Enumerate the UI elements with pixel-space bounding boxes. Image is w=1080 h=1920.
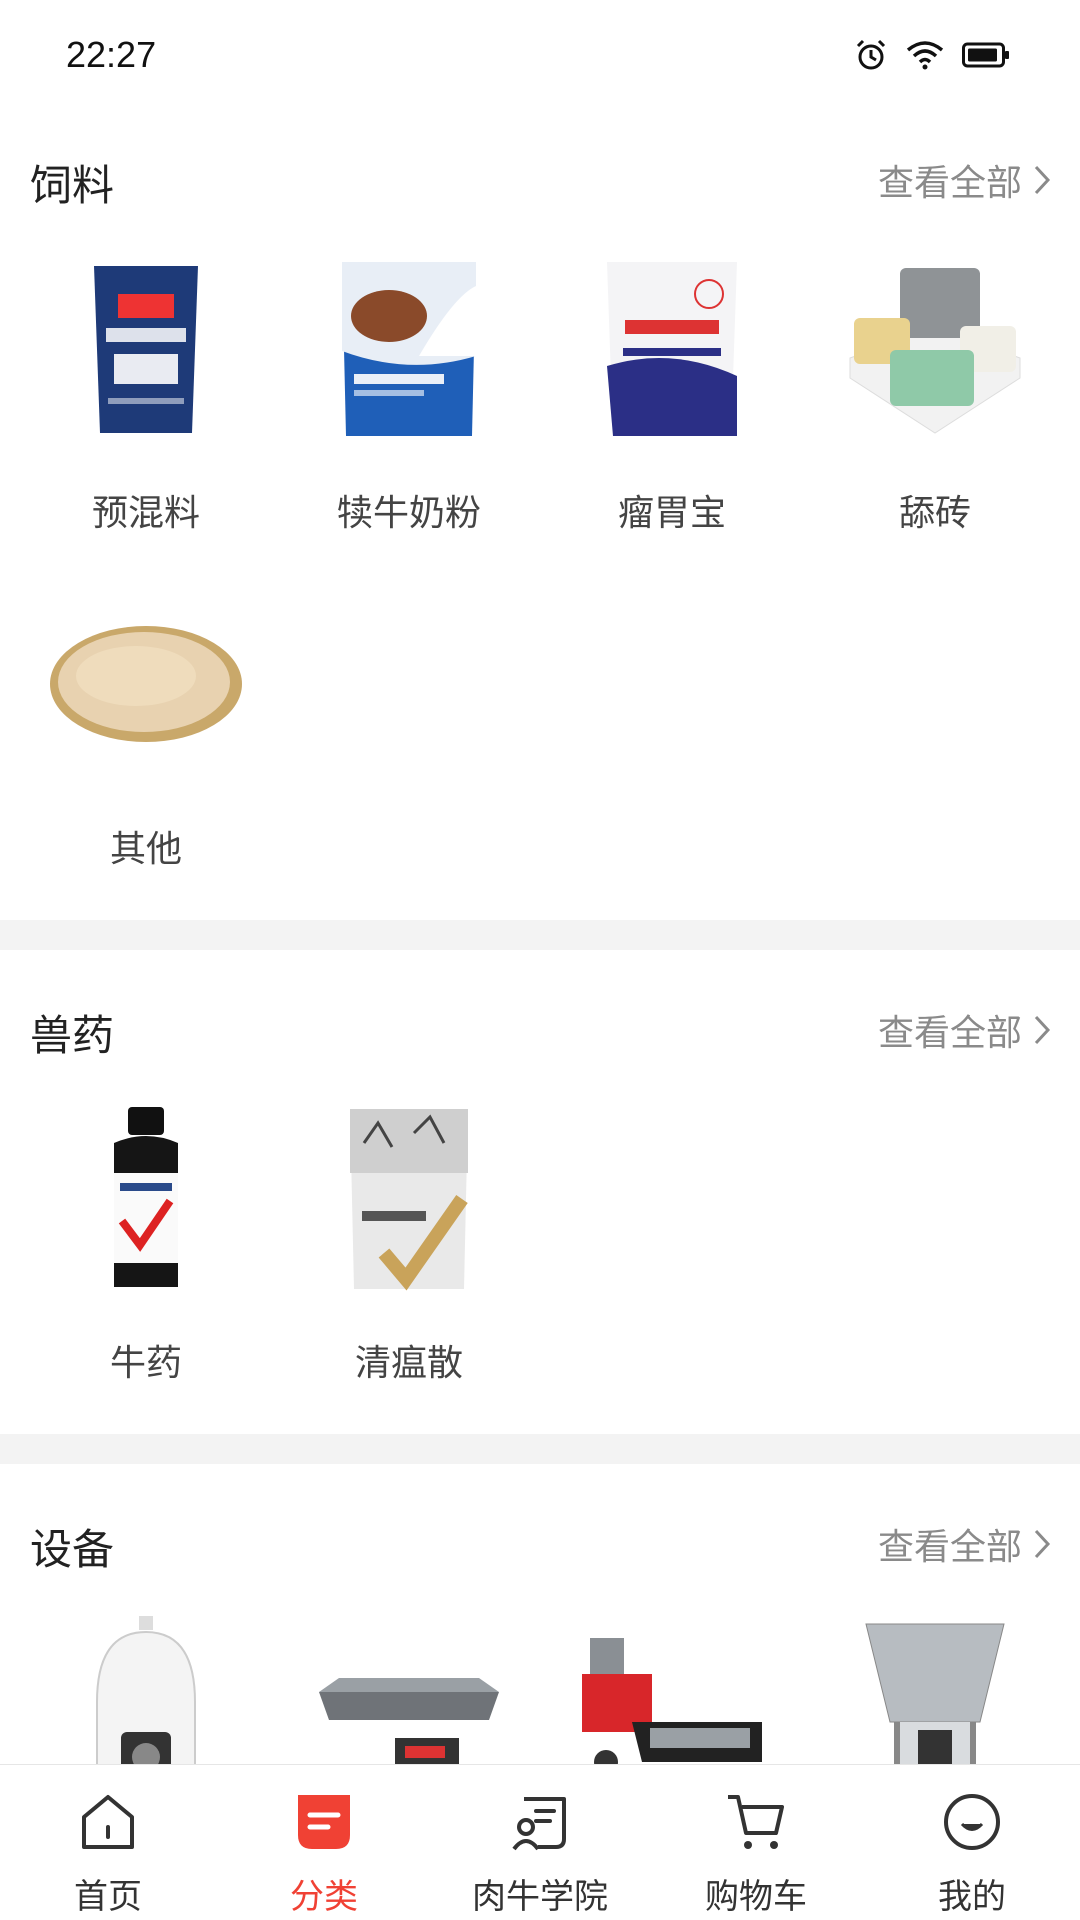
section-feed: 饲料 查看全部 预混料 犊牛奶粉 瘤胃宝 舔砖 其他 [0,130,1080,920]
section-title: 饲料 [30,161,115,210]
cart-icon [728,1795,784,1849]
battery-icon [962,42,1009,68]
section-header: 兽药 查看全部 [0,980,1080,1070]
view-all-link[interactable]: 查看全部 [878,154,1052,206]
category-item-mixer[interactable] [804,1612,1066,1764]
grain-basket-image [46,584,246,784]
tab-academy[interactable]: 肉牛学院 [432,1765,648,1920]
category-item-chaff-cutter[interactable] [541,1612,803,1764]
category-item-lick-block[interactable]: 舔砖 [804,248,1066,548]
premix-bag-image [46,248,246,448]
tab-profile[interactable]: 我的 [864,1765,1080,1920]
category-item-calf-milk[interactable]: 犊牛奶粉 [278,248,540,548]
view-all-link[interactable]: 查看全部 [878,1004,1052,1056]
status-bar: 22:27 [0,0,1080,110]
rumen-product-image [572,248,772,448]
category-item-camera[interactable] [15,1612,277,1764]
category-item-rumen[interactable]: 瘤胃宝 [541,248,803,548]
bottom-tab-bar: 首页 分类 肉牛学院 购物车 我的 [0,1764,1080,1920]
alarm-icon [856,39,886,70]
academy-icon [512,1797,566,1851]
category-label: 其他 [109,829,182,870]
wifi-icon [906,41,944,70]
view-all-label: 查看全部 [877,1527,1022,1568]
chevron-right-icon [1034,1529,1051,1559]
tab-category[interactable]: 分类 [216,1765,432,1920]
profile-icon [944,1794,1000,1850]
herbal-pack-image [309,1098,509,1298]
section-divider [0,920,1080,950]
section-equipment: 设备 查看全部 [0,1494,1080,1764]
tab-label: 购物车 [705,1877,807,1917]
category-icon [298,1795,350,1849]
category-label: 牛药 [109,1343,182,1384]
tab-label: 首页 [74,1877,142,1917]
section-divider [0,1434,1080,1464]
medicine-bottle-image [46,1098,246,1298]
category-item-cattle-medicine[interactable]: 牛药 [15,1098,277,1398]
category-item-other[interactable]: 其他 [15,584,277,884]
chevron-right-icon [1034,1015,1051,1045]
lick-block-image [835,248,1035,448]
section-title: 设备 [30,1525,115,1574]
category-label: 犊牛奶粉 [336,493,481,534]
section-title: 兽药 [30,1011,115,1060]
category-label: 瘤胃宝 [617,493,726,534]
tab-label: 肉牛学院 [472,1877,608,1917]
section-header: 饲料 查看全部 [0,130,1080,220]
tab-label: 我的 [938,1877,1006,1917]
platform-scale-image [309,1612,509,1764]
category-item-qingwensan[interactable]: 清瘟散 [278,1098,540,1398]
category-label: 预混料 [91,493,200,534]
category-label: 舔砖 [898,493,971,534]
tab-home[interactable]: 首页 [0,1765,216,1920]
chaff-cutter-image [572,1612,772,1764]
view-all-label: 查看全部 [877,1013,1022,1054]
status-icons [854,38,1010,72]
status-time: 22:27 [66,34,157,75]
calf-milk-powder-image [309,248,509,448]
security-camera-image [46,1612,246,1764]
chevron-right-icon [1034,165,1051,195]
view-all-label: 查看全部 [877,163,1022,204]
tab-label: 分类 [290,1877,358,1917]
feed-mixer-image [835,1612,1035,1764]
category-label: 清瘟散 [354,1343,463,1384]
category-item-scale[interactable] [278,1612,540,1764]
category-item-premix[interactable]: 预混料 [15,248,277,548]
section-header: 设备 查看全部 [0,1494,1080,1584]
section-vet-medicine: 兽药 查看全部 牛药 清瘟散 [0,980,1080,1435]
home-icon [82,1795,134,1849]
view-all-link[interactable]: 查看全部 [878,1518,1052,1570]
tab-cart[interactable]: 购物车 [648,1765,864,1920]
